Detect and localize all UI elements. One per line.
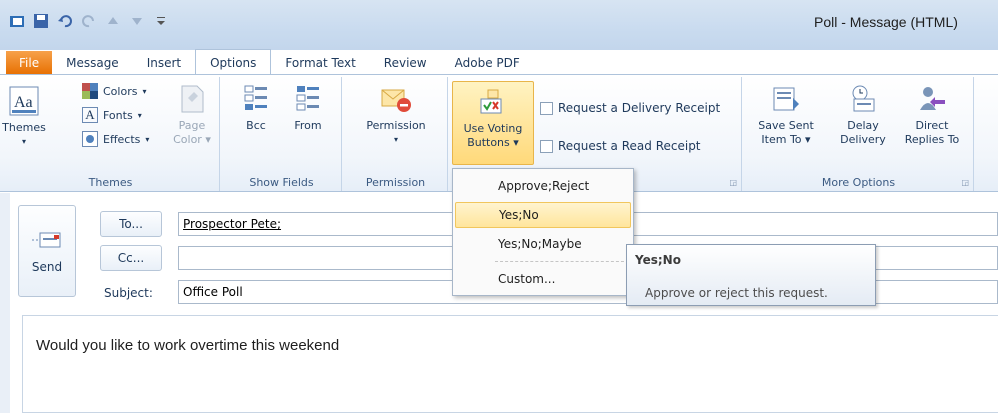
themes-group-label: Themes <box>88 176 133 189</box>
save-sent-label-line1: Save Sent <box>758 119 814 132</box>
bcc-label: Bcc <box>246 119 266 132</box>
tab-insert[interactable]: Insert <box>133 51 195 75</box>
effects-icon <box>82 131 98 147</box>
svg-text:Aa: Aa <box>14 94 33 111</box>
delivery-receipt-checkbox[interactable]: Request a Delivery Receipt <box>540 101 720 115</box>
direct-replies-icon <box>916 83 948 115</box>
tracking-dialog-launcher[interactable]: ◲ <box>729 178 737 187</box>
tab-message[interactable]: Message <box>52 51 133 75</box>
direct-label-line2: Replies To <box>904 133 960 146</box>
permission-button[interactable]: Permission ▾ <box>354 83 438 147</box>
undo-icon[interactable] <box>56 12 74 30</box>
permission-dropdown-arrow: ▾ <box>393 135 398 144</box>
effects-button[interactable]: Effects ▾ <box>82 131 149 147</box>
down-icon[interactable] <box>128 12 146 30</box>
save-sent-item-icon <box>770 83 802 115</box>
fonts-button[interactable]: A Fonts ▾ <box>82 107 142 123</box>
themes-dropdown-arrow: ▾ <box>21 137 26 146</box>
ribbon-tabs: File Message Insert Options Format Text … <box>0 48 998 75</box>
outlook-icon[interactable] <box>8 12 26 30</box>
more-options-dialog-launcher[interactable]: ◲ <box>961 178 969 187</box>
custom-label: Custom... <box>498 272 556 286</box>
message-body[interactable] <box>22 315 998 413</box>
permission-group: Permission ▾ Permission <box>344 77 448 191</box>
voting-buttons-menu: Approve;Reject Yes;No Yes;No;Maybe Custo… <box>452 168 634 296</box>
delivery-receipt-check[interactable] <box>540 101 553 115</box>
customize-icon[interactable] <box>152 12 170 30</box>
tab-options[interactable]: Options <box>195 49 272 75</box>
tooltip-title: Yes;No <box>635 253 681 267</box>
bcc-button[interactable]: Bcc <box>236 83 276 133</box>
voting-label-line1: Use Voting <box>463 122 523 135</box>
delay-label-line1: Delay <box>847 119 879 132</box>
save-sent-item-button[interactable]: Save Sent Item To ▾ <box>754 83 818 147</box>
permission-label: Permission <box>366 119 426 132</box>
themes-button[interactable]: Aa Themes ▾ <box>2 85 46 149</box>
themes-icon: Aa <box>8 85 40 117</box>
themes-group: Aa Themes ▾ Colors ▾ A Fonts ▾ Effects ▾ Pa… <box>2 77 220 191</box>
page-color-label-line1: Page <box>178 119 206 132</box>
colors-icon <box>82 83 98 99</box>
show-fields-group-label: Show Fields <box>249 176 314 189</box>
read-receipt-check[interactable] <box>540 139 553 153</box>
page-color-button[interactable]: Page Color ▾ <box>172 83 212 147</box>
show-fields-group: Bcc From Show Fields <box>222 77 342 191</box>
fonts-label: Fonts <box>103 108 133 122</box>
window-title: Poll - Message (HTML) <box>814 14 958 30</box>
subject-label: Subject: <box>104 286 153 300</box>
message-body-text: Would you like to work overtime this wee… <box>36 337 340 354</box>
voting-icon <box>477 86 509 118</box>
more-options-group-label: More Options <box>821 176 896 189</box>
read-receipt-checkbox[interactable]: Request a Read Receipt <box>540 139 701 153</box>
tooltip: Yes;No Approve or reject this request. <box>626 244 876 306</box>
cc-button[interactable]: Cc... <box>100 245 162 271</box>
menu-item-yes-no[interactable]: Yes;No <box>455 202 631 228</box>
to-recipient[interactable]: Prospector Pete; <box>183 217 281 231</box>
left-pane-edge <box>0 193 10 413</box>
voting-label-line2: Buttons ▾ <box>467 136 519 149</box>
menu-item-yes-no-maybe[interactable]: Yes;No;Maybe <box>455 231 631 257</box>
tab-adobe-pdf[interactable]: Adobe PDF <box>441 51 534 75</box>
up-icon[interactable] <box>104 12 122 30</box>
colors-button[interactable]: Colors ▾ <box>82 83 146 99</box>
page-color-icon <box>176 83 208 115</box>
from-icon <box>292 83 324 115</box>
tab-file[interactable]: File <box>6 51 53 75</box>
quick-access-toolbar <box>8 12 170 30</box>
redo-icon[interactable] <box>80 12 98 30</box>
delay-label-line2: Delivery <box>840 133 886 146</box>
title-bar: Poll - Message (HTML) <box>0 0 998 50</box>
save-sent-label-line2: Item To ▾ <box>761 133 811 146</box>
menu-separator <box>495 261 629 262</box>
send-label: Send <box>31 259 63 274</box>
save-icon[interactable] <box>32 12 50 30</box>
menu-item-approve-reject[interactable]: Approve;Reject <box>455 173 631 199</box>
menu-item-custom[interactable]: Custom... <box>455 266 631 292</box>
from-button[interactable]: From <box>288 83 328 133</box>
tab-format-text[interactable]: Format Text <box>271 51 369 75</box>
page-color-label-line2: Color ▾ <box>173 133 211 146</box>
permission-icon <box>380 83 412 115</box>
fonts-icon: A <box>82 107 98 123</box>
delivery-receipt-label: Request a Delivery Receipt <box>558 101 721 115</box>
delay-delivery-button[interactable]: Delay Delivery <box>832 83 894 147</box>
use-voting-buttons-button[interactable]: Use Voting Buttons ▾ <box>452 81 534 165</box>
send-icon <box>32 229 62 254</box>
to-button[interactable]: To... <box>100 211 162 237</box>
permission-group-label: Permission <box>365 176 426 189</box>
direct-replies-to-button[interactable]: Direct Replies To <box>896 83 968 147</box>
send-button[interactable]: Send <box>18 205 76 297</box>
read-receipt-label: Request a Read Receipt <box>558 139 701 153</box>
bcc-icon <box>240 83 272 115</box>
delay-delivery-icon <box>847 83 879 115</box>
tab-review[interactable]: Review <box>370 51 441 75</box>
tooltip-description: Approve or reject this request. <box>645 286 828 300</box>
effects-label: Effects <box>103 132 141 146</box>
more-options-group: Save Sent Item To ▾ Delay Delivery Direc… <box>744 77 974 191</box>
direct-label-line1: Direct <box>915 119 949 132</box>
colors-label: Colors <box>103 84 138 98</box>
themes-label: Themes <box>2 121 46 134</box>
from-label: From <box>294 119 322 132</box>
